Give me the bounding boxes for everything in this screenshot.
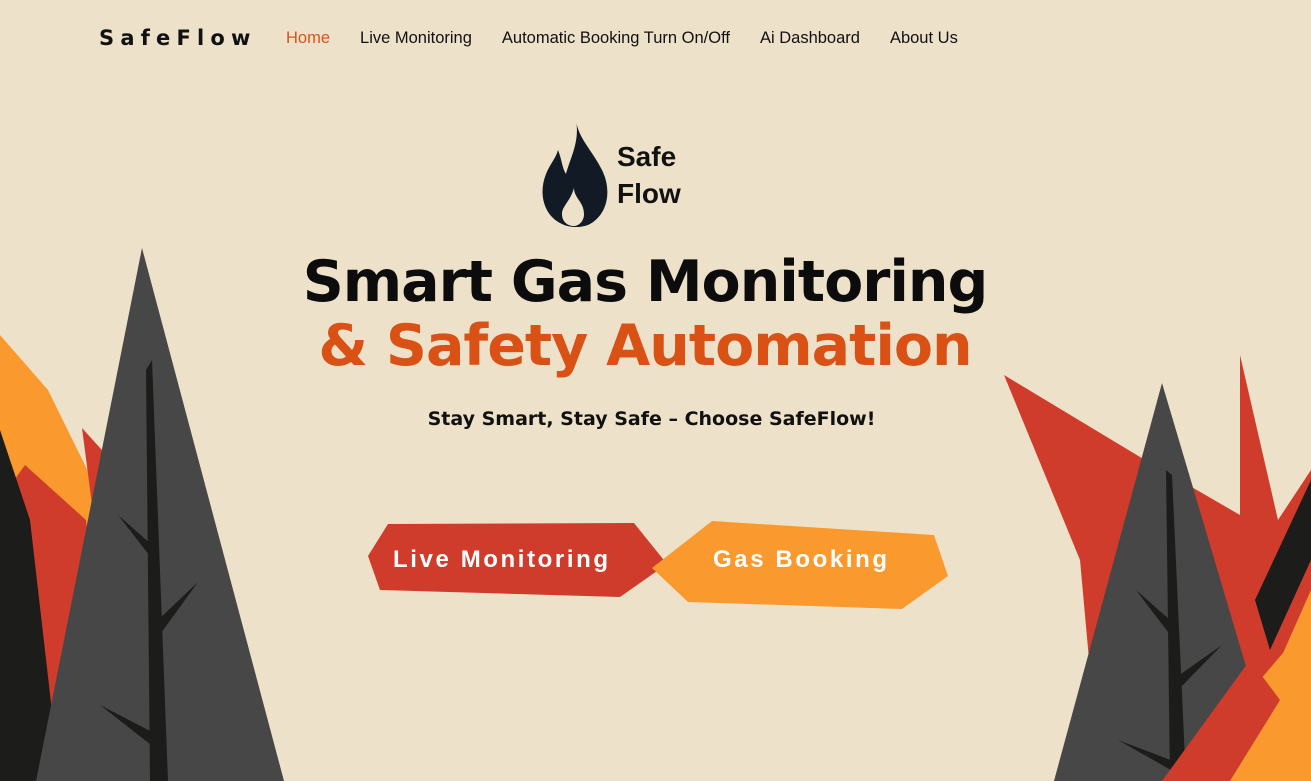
logo-text-line2: Flow	[617, 178, 681, 209]
safeflow-logo: Safe Flow	[540, 118, 681, 232]
logo-text-line1: Safe	[617, 141, 677, 172]
nav-ai-dashboard[interactable]: Ai Dashboard	[760, 29, 860, 48]
nav-automatic-booking[interactable]: Automatic Booking Turn On/Off	[502, 29, 730, 48]
live-monitoring-button-label: Live Monitoring	[393, 546, 611, 573]
main-nav: Home Live Monitoring Automatic Booking T…	[286, 29, 988, 48]
logo-text: Safe Flow	[617, 138, 681, 212]
site-header: SafeFlow Home Live Monitoring Automatic …	[0, 0, 1311, 80]
nav-home[interactable]: Home	[286, 29, 330, 48]
flame-icon	[542, 120, 608, 227]
brand-logo-text[interactable]: SafeFlow	[99, 26, 257, 50]
hero-tagline: Stay Smart, Stay Safe – Choose SafeFlow!	[427, 408, 876, 430]
live-monitoring-button[interactable]: Live Monitoring	[368, 522, 668, 598]
hero-title-line2: & Safety Automation	[318, 313, 972, 379]
gas-booking-button-label: Gas Booking	[713, 546, 890, 573]
nav-about-us[interactable]: About Us	[890, 29, 958, 48]
hero-title: Smart Gas Monitoring & Safety Automation	[0, 250, 1290, 378]
gas-booking-button[interactable]: Gas Booking	[652, 520, 950, 610]
background-illustration	[0, 248, 1311, 781]
nav-live-monitoring[interactable]: Live Monitoring	[360, 29, 472, 48]
hero-title-line1: Smart Gas Monitoring	[302, 249, 989, 315]
